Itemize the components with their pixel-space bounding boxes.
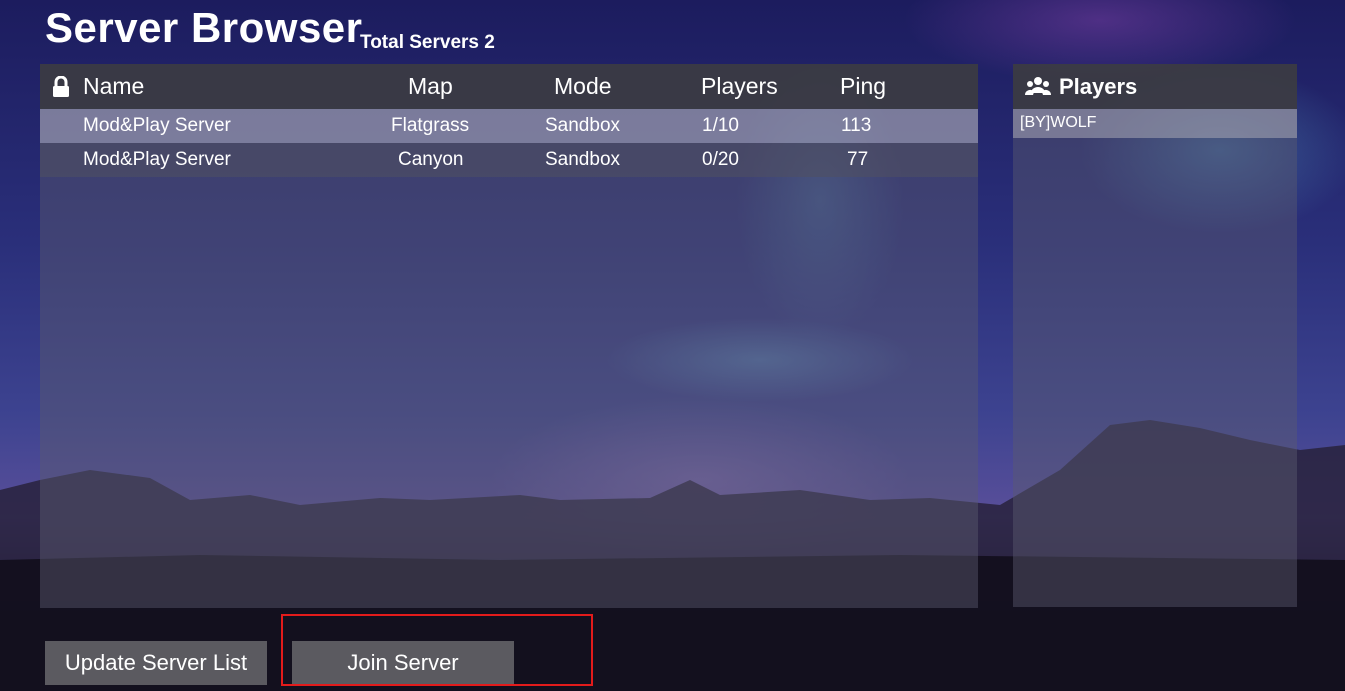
players-panel: Players [BY]WOLF xyxy=(1013,64,1297,607)
server-ping: 113 xyxy=(841,115,872,136)
page-title: Server Browser xyxy=(45,4,363,51)
column-header-ping[interactable]: Ping xyxy=(840,73,886,100)
server-map: Flatgrass xyxy=(391,115,470,136)
server-mode: Sandbox xyxy=(545,115,621,136)
server-row[interactable]: Mod&Play Server Flatgrass Sandbox 1/10 1… xyxy=(40,109,978,143)
server-map: Canyon xyxy=(398,149,464,170)
column-header-mode[interactable]: Mode xyxy=(554,73,612,100)
player-list-item[interactable]: [BY]WOLF xyxy=(1013,109,1297,138)
column-header-map[interactable]: Map xyxy=(408,73,453,100)
lock-icon xyxy=(53,76,69,97)
group-icon xyxy=(1025,77,1051,95)
players-panel-header: Players xyxy=(1013,64,1297,109)
column-header-name[interactable]: Name xyxy=(83,73,144,100)
server-players: 0/20 xyxy=(702,149,739,170)
server-row[interactable]: Mod&Play Server Canyon Sandbox 0/20 77 xyxy=(40,143,978,177)
player-name: [BY]WOLF xyxy=(1020,114,1097,131)
column-header-players[interactable]: Players xyxy=(701,73,778,100)
server-mode: Sandbox xyxy=(545,149,621,170)
join-server-highlight xyxy=(281,614,593,686)
server-name: Mod&Play Server xyxy=(83,115,231,136)
server-name: Mod&Play Server xyxy=(83,149,231,170)
total-servers-label: Total Servers 2 xyxy=(360,32,495,53)
server-list-header: Name Map Mode Players Ping xyxy=(40,64,978,109)
server-ping: 77 xyxy=(847,149,869,170)
server-players: 1/10 xyxy=(702,115,739,136)
server-list-panel: Name Map Mode Players Ping Mod&Play Serv… xyxy=(40,64,978,608)
update-server-list-button[interactable]: Update Server List xyxy=(45,641,267,685)
players-panel-title: Players xyxy=(1059,74,1138,99)
